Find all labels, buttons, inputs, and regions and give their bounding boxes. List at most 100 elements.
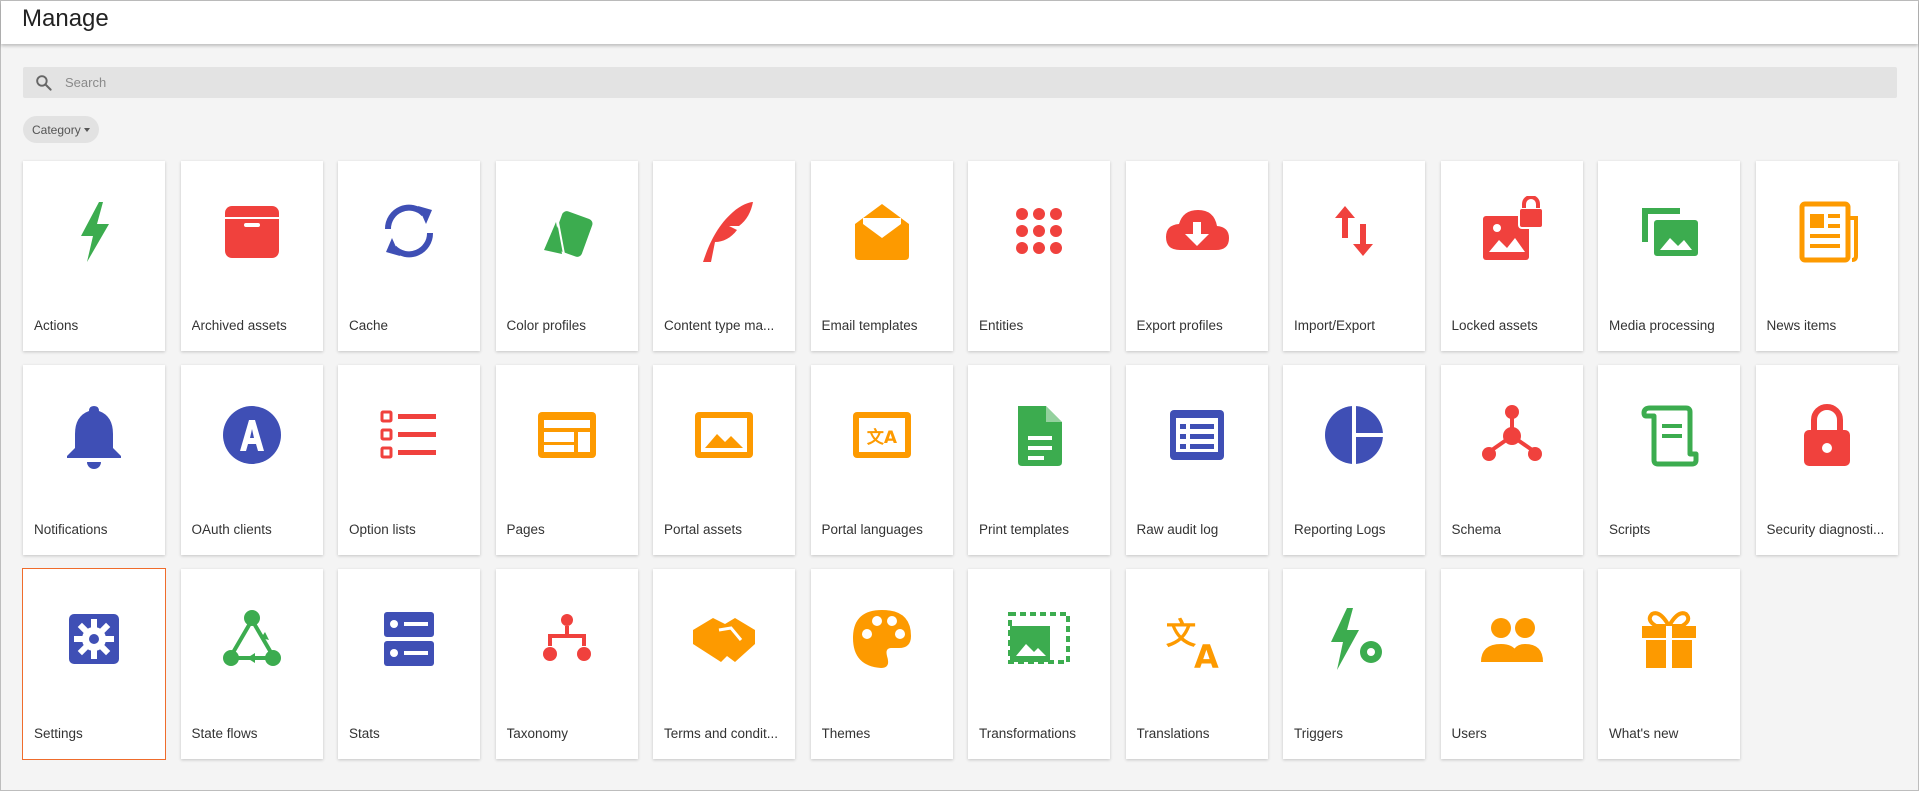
tile-page-layout[interactable]: Pages [495, 365, 638, 555]
tile-state-flow[interactable]: State flows [180, 569, 323, 759]
lightning-gear-icon [1319, 604, 1389, 674]
users-icon [1477, 604, 1547, 674]
tile-label: Settings [34, 726, 83, 741]
tile-label: News items [1766, 318, 1837, 333]
feather-quill-icon [689, 196, 759, 266]
tile-label: Actions [34, 318, 79, 333]
tile-label: Pages [506, 522, 545, 537]
tile-newspaper[interactable]: News items [1755, 161, 1898, 351]
bell-icon [59, 400, 129, 470]
tile-pie-chart[interactable]: Reporting Logs [1283, 365, 1425, 555]
tile-label: Transformations [979, 726, 1077, 741]
media-images-icon [1634, 196, 1704, 266]
tile-label: Email templates [821, 318, 918, 333]
tile-refresh[interactable]: Cache [338, 161, 480, 351]
checklist-icon [374, 400, 444, 470]
tile-dot-grid[interactable]: Entities [968, 161, 1110, 351]
hub-nodes-icon [1477, 400, 1547, 470]
cloud-download-icon [1162, 196, 1232, 266]
tile-gear-box[interactable]: Settings [22, 568, 166, 760]
tile-label: Stats [349, 726, 380, 741]
tile-cloud-download[interactable]: Export profiles [1125, 161, 1268, 351]
tile-open-envelope[interactable]: Email templates [810, 161, 953, 351]
up-down-arrows-icon [1319, 196, 1389, 266]
tile-label: Content type ma... [664, 318, 775, 333]
tile-label: Taxonomy [506, 726, 569, 741]
tile-label: Notifications [34, 522, 108, 537]
tile-up-down-arrows[interactable]: Import/Export [1283, 161, 1425, 351]
tile-users[interactable]: Users [1440, 569, 1583, 759]
tile-label: Users [1451, 726, 1487, 741]
tile-label: State flows [191, 726, 258, 741]
gift-icon [1634, 604, 1704, 674]
state-flow-icon [217, 604, 287, 674]
tile-label: Archived assets [191, 318, 287, 333]
newspaper-icon [1792, 196, 1862, 266]
svg-text:A: A [1194, 638, 1219, 674]
search-bar[interactable] [23, 67, 1897, 98]
tile-feather-quill[interactable]: Content type ma... [653, 161, 795, 351]
open-envelope-icon [847, 196, 917, 266]
tile-label: Portal languages [821, 522, 923, 537]
list-box-icon [1162, 400, 1232, 470]
tile-padlock[interactable]: Security diagnosti... [1755, 365, 1898, 555]
tile-scroll[interactable]: Scripts [1598, 365, 1740, 555]
tile-image-frame[interactable]: Portal assets [653, 365, 795, 555]
language-frame-icon: 文A [847, 400, 917, 470]
tile-language-frame[interactable]: 文A Portal languages [810, 365, 953, 555]
tile-handshake[interactable]: Terms and condit... [653, 569, 795, 759]
tile-archive-box[interactable]: Archived assets [180, 161, 323, 351]
tile-label: Import/Export [1294, 318, 1376, 333]
tile-oauth-a[interactable]: OAuth clients [180, 365, 323, 555]
tile-label: Terms and condit... [664, 726, 779, 741]
hierarchy-icon [532, 604, 602, 674]
search-input[interactable] [65, 67, 1885, 98]
dot-grid-icon [1004, 196, 1074, 266]
tile-label: Reporting Logs [1294, 522, 1386, 537]
document-icon [1004, 400, 1074, 470]
tile-label: OAuth clients [191, 522, 272, 537]
page-layout-icon [532, 400, 602, 470]
tile-label: Themes [821, 726, 871, 741]
category-filter-button[interactable]: Category [23, 116, 99, 143]
tile-media-images[interactable]: Media processing [1598, 161, 1740, 351]
tile-list-box[interactable]: Raw audit log [1125, 365, 1268, 555]
archive-box-icon [217, 196, 287, 266]
tile-lightning[interactable]: Actions [23, 161, 165, 351]
svg-text:文A: 文A [866, 427, 897, 448]
locked-image-icon [1477, 196, 1547, 266]
tile-lightning-gear[interactable]: Triggers [1283, 569, 1425, 759]
tile-hub-nodes[interactable]: Schema [1440, 365, 1583, 555]
tile-gift[interactable]: What's new [1598, 569, 1740, 759]
tile-locked-image[interactable]: Locked assets [1440, 161, 1583, 351]
tile-label: Print templates [979, 522, 1070, 537]
tile-label: Translations [1136, 726, 1210, 741]
oauth-a-icon [217, 400, 287, 470]
tile-label: Security diagnosti... [1766, 522, 1885, 537]
tile-bell[interactable]: Notifications [23, 365, 165, 555]
tile-palette[interactable]: Themes [810, 569, 953, 759]
lightning-icon [59, 196, 129, 266]
tile-translate[interactable]: 文 A Translations [1125, 569, 1268, 759]
tile-label: Scripts [1609, 522, 1651, 537]
tile-hierarchy[interactable]: Taxonomy [495, 569, 638, 759]
image-crop-icon [1004, 604, 1074, 674]
tile-label: Triggers [1294, 726, 1344, 741]
tile-label: Schema [1451, 522, 1502, 537]
handshake-icon [689, 604, 759, 674]
tile-document[interactable]: Print templates [968, 365, 1110, 555]
color-swatches-icon [532, 196, 602, 266]
padlock-icon [1792, 400, 1862, 470]
tiles-grid: Actions Archived assets Cache Color profile… [22, 161, 1898, 760]
tile-color-swatches[interactable]: Color profiles [495, 161, 638, 351]
tile-server-stack[interactable]: Stats [338, 569, 480, 759]
top-bar: Manage [1, 1, 1918, 44]
search-icon [34, 73, 53, 92]
translate-icon: 文A [1162, 604, 1232, 674]
tile-checklist[interactable]: Option lists [338, 365, 480, 555]
gear-box-icon [59, 604, 129, 674]
tile-label: Option lists [349, 522, 416, 537]
tile-label: Portal assets [664, 522, 743, 537]
category-filter-label: Category [32, 122, 81, 137]
tile-image-crop[interactable]: Transformations [968, 569, 1110, 759]
